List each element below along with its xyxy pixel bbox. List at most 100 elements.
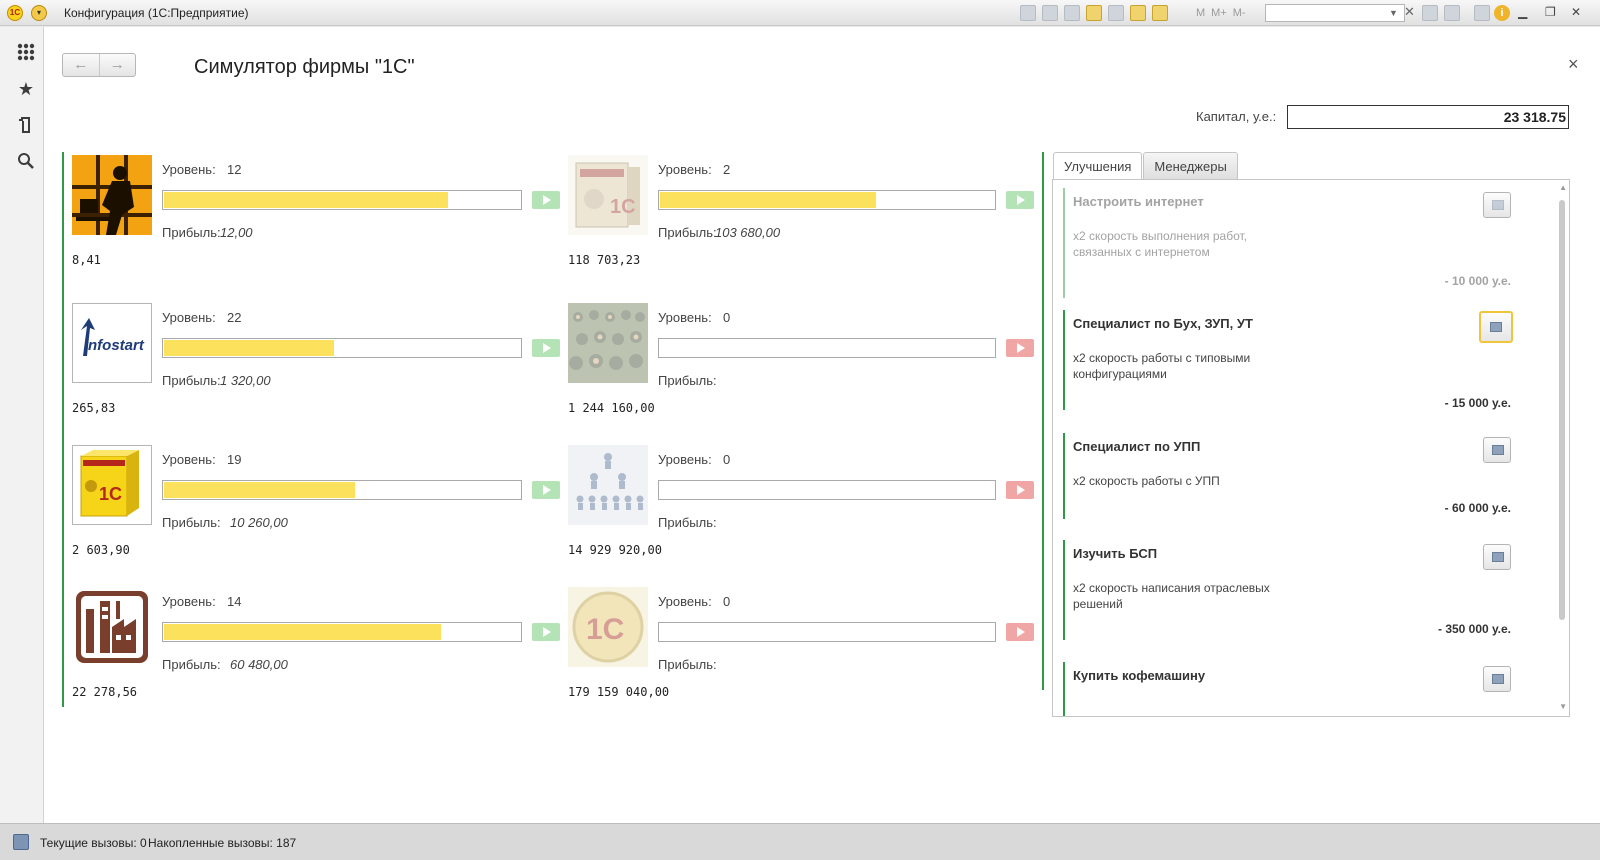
scroll-down-icon[interactable]: ▼ bbox=[1559, 702, 1567, 711]
1c-logo-icon[interactable]: 1С bbox=[7, 5, 23, 21]
progress-bar bbox=[658, 480, 996, 500]
capital-field[interactable]: 23 318.75 bbox=[1287, 105, 1569, 129]
back-history-icon[interactable] bbox=[1422, 5, 1438, 21]
income-value: 22 278,56 bbox=[72, 685, 138, 699]
income-value: 118 703,23 bbox=[568, 253, 641, 267]
link-icon[interactable] bbox=[1108, 5, 1124, 21]
sections-grid-icon[interactable] bbox=[16, 42, 36, 62]
level-label: Уровень: bbox=[162, 452, 216, 467]
save-icon[interactable] bbox=[1020, 5, 1036, 21]
upgrade-accent bbox=[1063, 433, 1065, 519]
scroll-up-icon[interactable]: ▲ bbox=[1559, 183, 1567, 192]
back-arrow-icon[interactable]: ← bbox=[63, 54, 99, 76]
preview-icon[interactable] bbox=[1064, 5, 1080, 21]
upgrade-business-button[interactable] bbox=[1006, 623, 1034, 641]
upgrade-accent bbox=[1063, 310, 1065, 410]
scrollbar-thumb[interactable] bbox=[1559, 200, 1565, 620]
info-icon[interactable]: i bbox=[1494, 5, 1510, 21]
buy-upgrade-button[interactable] bbox=[1479, 311, 1513, 343]
level-value: 22 bbox=[227, 310, 242, 325]
server-calls-icon[interactable] bbox=[13, 834, 29, 850]
title-bar: 1С ▾ Конфигурация (1С:Предприятие) M M+ … bbox=[0, 0, 1600, 26]
upgrade-business-button[interactable] bbox=[1006, 339, 1034, 357]
history-nav: ← → bbox=[62, 53, 136, 77]
tab-managers[interactable]: Менеджеры bbox=[1143, 152, 1238, 180]
upgrade-business-button[interactable] bbox=[532, 481, 560, 499]
upgrade-description: x2 скорость выполнения работ, связанных … bbox=[1073, 229, 1247, 259]
memory-button[interactable]: M bbox=[1196, 5, 1205, 21]
buy-upgrade-button[interactable] bbox=[1483, 544, 1511, 570]
buy-upgrade-button[interactable] bbox=[1483, 666, 1511, 692]
org-structure-icon bbox=[568, 445, 648, 525]
left-nav: ★ bbox=[0, 27, 44, 823]
print-icon[interactable] bbox=[1042, 5, 1058, 21]
business-card: 1С Уровень: 0 Прибыль: 179 159 040,00 bbox=[568, 587, 1048, 737]
memory-plus-button[interactable]: M+ bbox=[1211, 5, 1227, 21]
upgrade-accent bbox=[1063, 662, 1065, 716]
window-title: Конфигурация (1С:Предприятие) bbox=[64, 6, 249, 20]
close-form-icon[interactable]: × bbox=[1568, 54, 1579, 75]
upgrade-item: Изучить БСП x2 скорость написания отрасл… bbox=[1063, 540, 1533, 640]
history-icon[interactable] bbox=[16, 115, 36, 135]
progress-bar bbox=[162, 190, 522, 210]
favorites-add-icon[interactable] bbox=[1086, 5, 1102, 21]
upgrade-business-button[interactable] bbox=[1006, 191, 1034, 209]
toolbar-search-input[interactable] bbox=[1265, 4, 1405, 22]
upgrade-business-button[interactable] bbox=[1006, 481, 1034, 499]
upgrade-title: Специалист по УПП bbox=[1073, 439, 1201, 454]
upgrade-description: x2 скорость работы с типовыми конфигурац… bbox=[1073, 351, 1251, 381]
level-label: Уровень: bbox=[162, 162, 216, 177]
memory-minus-button[interactable]: M- bbox=[1233, 5, 1246, 21]
upgrade-business-button[interactable] bbox=[532, 191, 560, 209]
profit-label: Прибыль: bbox=[162, 373, 221, 388]
progress-fill bbox=[164, 482, 356, 498]
progress-fill bbox=[164, 624, 442, 640]
progress-fill bbox=[660, 192, 877, 208]
tab-upgrades[interactable]: Улучшения bbox=[1053, 152, 1143, 181]
business-card: nfostart Уровень: 22 Прибыль: 1 320,00 2… bbox=[72, 303, 560, 453]
upgrade-description: x2 скорость написания отраслевых решений bbox=[1073, 581, 1270, 611]
progress-fill bbox=[164, 340, 334, 356]
income-value: 2 603,90 bbox=[72, 543, 130, 557]
refresh-icon[interactable] bbox=[1444, 5, 1460, 21]
search-icon[interactable] bbox=[16, 151, 36, 171]
close-window-icon[interactable]: ✕ bbox=[1571, 5, 1581, 19]
calculator-icon[interactable] bbox=[1130, 5, 1146, 21]
profit-label: Прибыль: bbox=[162, 657, 221, 672]
income-value: 14 929 920,00 bbox=[568, 543, 662, 557]
upgrade-item: Купить кофемашину bbox=[1063, 662, 1533, 716]
main-menu-icon[interactable]: ▾ bbox=[31, 5, 47, 21]
search-dropdown-icon[interactable]: ▼ bbox=[1389, 8, 1398, 18]
upgrade-accent bbox=[1063, 188, 1065, 298]
calendar-icon[interactable] bbox=[1152, 5, 1168, 21]
status-bar: Текущие вызовы: 0 Накопленные вызовы: 18… bbox=[0, 823, 1600, 860]
income-value: 1 244 160,00 bbox=[568, 401, 655, 415]
clear-icon[interactable]: ✕ bbox=[1404, 4, 1415, 20]
progress-bar bbox=[658, 622, 996, 642]
restore-icon[interactable]: ❐ bbox=[1545, 5, 1556, 19]
level-value: 0 bbox=[723, 310, 731, 325]
accumulated-calls-text: Накопленные вызовы: 187 bbox=[148, 836, 297, 850]
upgrade-cost: - 10 000 у.е. bbox=[1444, 274, 1511, 288]
profit-value: 103 680,00 bbox=[715, 225, 781, 240]
favorites-star-icon[interactable]: ★ bbox=[16, 79, 36, 99]
level-value: 12 bbox=[227, 162, 242, 177]
upgrade-item: Специалист по Бух, ЗУП, УТ x2 скорость р… bbox=[1063, 310, 1533, 410]
business-card: Уровень: 0 Прибыль: 14 929 920,00 bbox=[568, 445, 1048, 595]
svg-text:nfostart: nfostart bbox=[88, 337, 145, 354]
upgrade-title: Специалист по Бух, ЗУП, УТ bbox=[1073, 316, 1253, 331]
income-value: 8,41 bbox=[72, 253, 101, 267]
profit-label: Прибыль: bbox=[162, 515, 221, 530]
buy-upgrade-button[interactable] bbox=[1483, 192, 1511, 218]
forward-arrow-icon[interactable]: → bbox=[98, 54, 136, 76]
upgrade-business-button[interactable] bbox=[532, 339, 560, 357]
upgrade-title: Купить кофемашину bbox=[1073, 668, 1206, 683]
buy-upgrade-button[interactable] bbox=[1483, 437, 1511, 463]
minimize-icon[interactable]: ▁ bbox=[1518, 5, 1527, 19]
upgrade-item: Специалист по УПП x2 скорость работы с У… bbox=[1063, 433, 1533, 519]
toolbar-icons bbox=[1020, 5, 1168, 21]
upgrade-business-button[interactable] bbox=[532, 623, 560, 641]
page-title: Симулятор фирмы "1С" bbox=[194, 56, 415, 78]
upgrade-cost: - 15 000 у.е. bbox=[1444, 396, 1511, 410]
tools-icon[interactable] bbox=[1474, 5, 1490, 21]
